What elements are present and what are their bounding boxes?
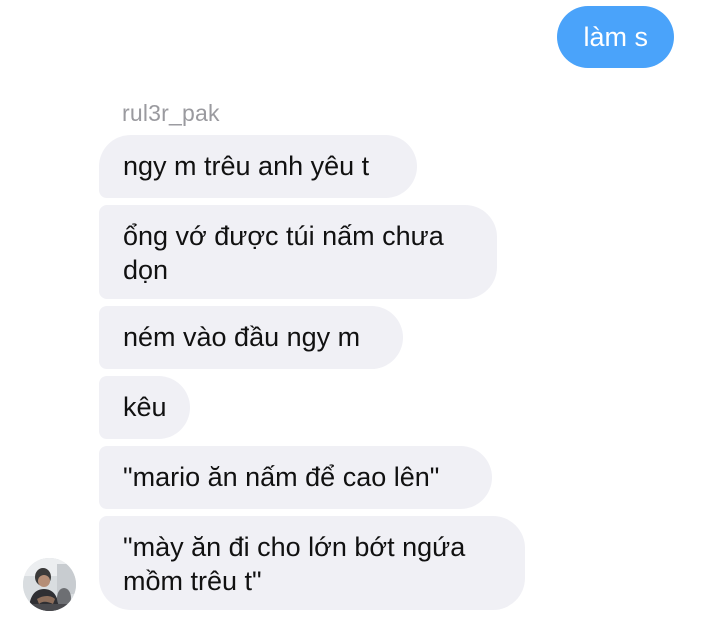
chat-thread: làm s rul3r_pak ngy m trêu anh yêu t ổng… (0, 0, 720, 628)
user-avatar-photo-icon (23, 558, 76, 611)
incoming-message-bubble[interactable]: ngy m trêu anh yêu t (99, 135, 417, 198)
incoming-message-bubble[interactable]: "mày ăn đi cho lớn bớt ngứa mồm trêu t" (99, 516, 525, 610)
sender-name[interactable]: rul3r_pak (122, 100, 220, 127)
incoming-message-bubble[interactable]: "mario ăn nấm để cao lên" (99, 446, 492, 509)
incoming-message-bubble[interactable]: ném vào đầu ngy m (99, 306, 403, 369)
outgoing-message-bubble[interactable]: làm s (557, 6, 674, 68)
incoming-message-bubble[interactable]: ổng vớ được túi nấm chưa dọn (99, 205, 497, 299)
incoming-message-bubble[interactable]: kêu (99, 376, 190, 439)
sender-avatar[interactable] (23, 558, 76, 611)
